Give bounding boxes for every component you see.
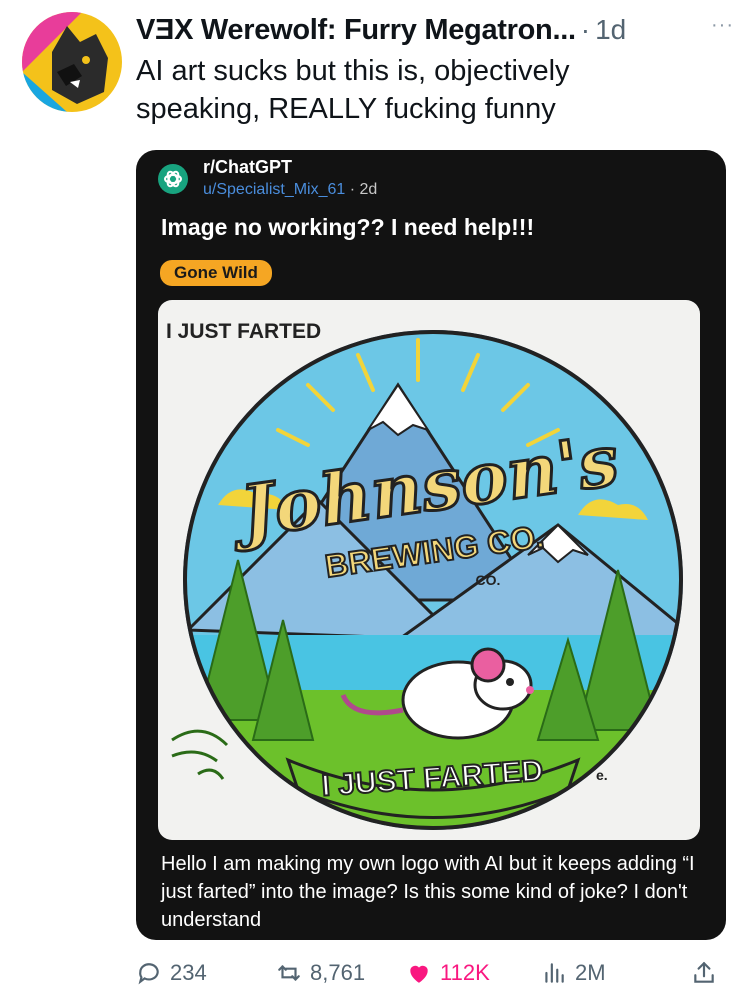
like-button[interactable]: 112K [406, 960, 490, 986]
generated-logo-image: I JUST FARTED Johnson's BREWING CO. CO. … [158, 300, 700, 840]
heart-icon [410, 965, 428, 983]
post-body: Hello I am making my own logo with AI bu… [161, 853, 695, 931]
like-count: 112K [440, 960, 490, 985]
post-author: u/Specialist_Mix_61 [203, 181, 346, 198]
post-meta: u/Specialist_Mix_61 · 2d [203, 181, 377, 199]
post-age: 2d [359, 181, 378, 198]
more-options-icon[interactable]: ··· [711, 14, 734, 37]
avatar[interactable] [22, 12, 122, 112]
reply-icon [138, 963, 159, 985]
action-bar: 234 8,761 112K 2M [136, 955, 726, 991]
reply-button[interactable]: 234 [136, 960, 207, 986]
avatar-image [22, 12, 122, 112]
repost-button[interactable]: 8,761 [276, 960, 365, 986]
share-button[interactable] [691, 960, 725, 986]
views-button[interactable]: 2M [541, 960, 606, 986]
wind-swirl-icon [171, 729, 229, 780]
share-icon [694, 961, 714, 983]
meta-separator: · [349, 181, 356, 198]
tweet-header: VƎX Werewolf: Furry Megatron... · 1d [136, 12, 734, 48]
subreddit-name: r/ChatGPT [203, 157, 293, 177]
separator: · [580, 14, 591, 45]
post-title: Image no working?? I need help!!! [161, 214, 535, 240]
corner-text: I JUST FARTED [166, 320, 321, 343]
small-co-text: CO. [476, 572, 501, 588]
tweet-text: AI art sucks but this is, objectively sp… [136, 55, 570, 125]
artist-mark: e. [596, 767, 608, 783]
chatgpt-logo-icon [158, 164, 188, 194]
display-name[interactable]: VƎX Werewolf: Furry Megatron... [136, 14, 576, 47]
repost-icon [278, 964, 300, 982]
post-flair: Gone Wild [160, 260, 272, 286]
logo-illustration: I JUST FARTED Johnson's BREWING CO. CO. … [166, 320, 683, 830]
view-count: 2M [575, 960, 606, 985]
timestamp[interactable]: 1d [595, 14, 626, 46]
reply-count: 234 [170, 960, 207, 985]
attached-image[interactable]: r/ChatGPT u/Specialist_Mix_61 · 2d Image… [136, 150, 726, 940]
repost-count: 8,761 [310, 960, 366, 985]
analytics-icon [545, 963, 564, 983]
